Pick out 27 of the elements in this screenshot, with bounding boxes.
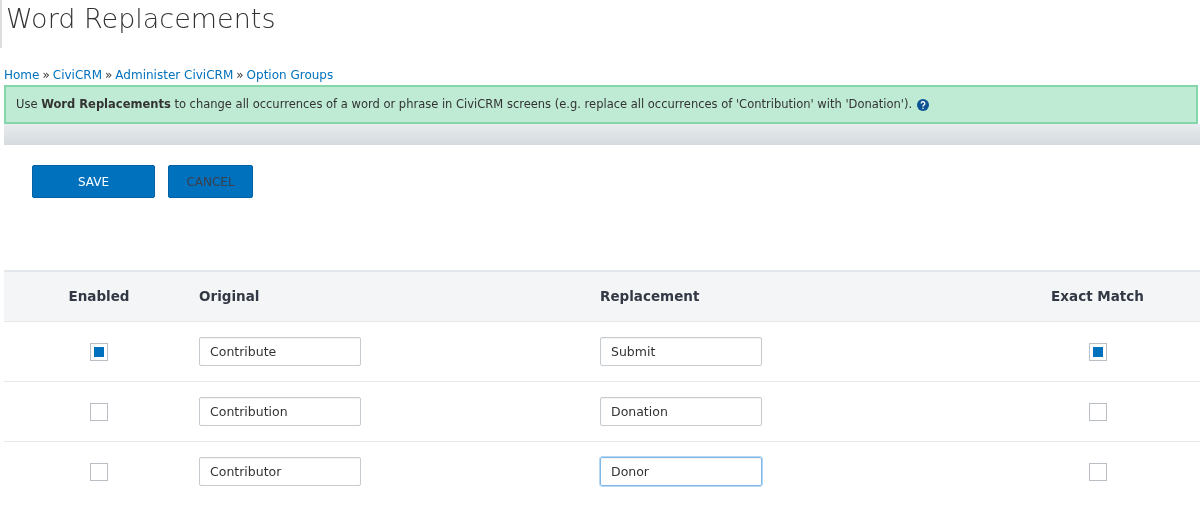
- help-icon[interactable]: [917, 98, 930, 111]
- checkbox[interactable]: [1088, 462, 1107, 481]
- checkbox[interactable]: [90, 402, 108, 421]
- breadcrumb-link[interactable]: Home: [4, 68, 40, 82]
- replacement-field[interactable]: Donation: [600, 397, 762, 426]
- checkbox[interactable]: [1088, 342, 1107, 361]
- column-header: Exact Match: [1051, 287, 1144, 307]
- breadcrumb-link[interactable]: Option Groups: [246, 68, 334, 82]
- checkbox[interactable]: [90, 342, 108, 361]
- replacement-field[interactable]: Submit: [600, 337, 762, 366]
- column-header: Enabled: [68, 287, 130, 307]
- column-header: Original: [199, 288, 260, 305]
- breadcrumb-link[interactable]: CiviCRM: [52, 68, 102, 82]
- breadcrumb-link[interactable]: Administer CiviCRM: [115, 68, 234, 82]
- save-button[interactable]: SAVE: [32, 165, 155, 198]
- breadcrumb-separator: »: [236, 68, 244, 82]
- original-field[interactable]: Contribute: [199, 337, 361, 366]
- replacement-field[interactable]: Donor: [600, 457, 762, 486]
- checkbox[interactable]: [1088, 402, 1107, 421]
- page-title: Word Replacements: [0, 0, 1200, 48]
- checkbox[interactable]: [90, 462, 108, 481]
- help-text: Use Word Replacements to change all occurrences of a word or phrase in CiviCRM screens (e.g. replace all occurrences of 'Contribution' with 'Donation').: [16, 97, 913, 112]
- original-field[interactable]: Contribution: [199, 397, 361, 426]
- original-field[interactable]: Contributor: [199, 457, 361, 486]
- breadcrumb-separator: »: [105, 68, 113, 82]
- column-header: Replacement: [600, 288, 700, 305]
- breadcrumb-separator: »: [42, 68, 50, 82]
